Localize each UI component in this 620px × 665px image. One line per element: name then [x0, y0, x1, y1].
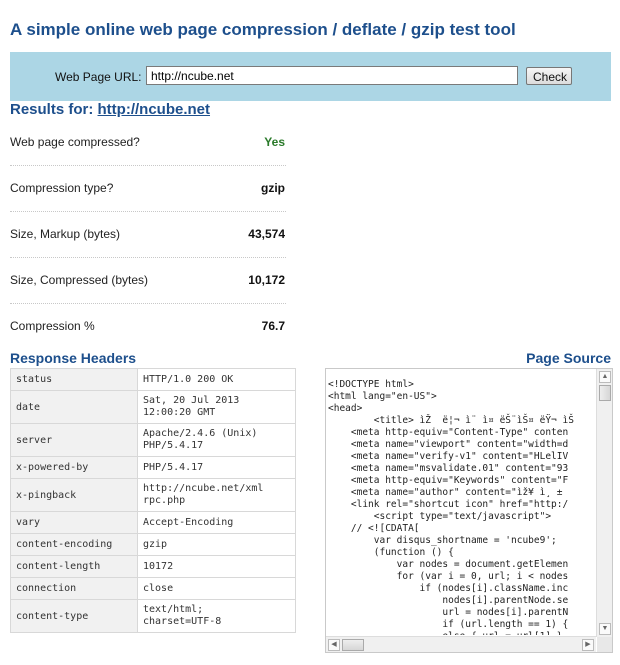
metric-value: 76.7 — [261, 319, 285, 333]
metric-value: gzip — [261, 181, 285, 195]
metric-size-markup: Size, Markup (bytes) 43,574 — [10, 211, 286, 258]
header-value: Accept-Encoding — [137, 511, 296, 534]
scrollbar-thumb[interactable] — [599, 385, 611, 401]
header-value: Sat, 20 Jul 2013 12:00:20 GMT — [137, 390, 296, 424]
url-label: Web Page URL: — [55, 70, 142, 84]
header-row: content-length 10172 — [10, 555, 296, 578]
header-row: x-pingback http://ncube.net/xml rpc.php — [10, 478, 296, 512]
scroll-up-icon[interactable]: ▲ — [599, 371, 611, 383]
scroll-down-icon[interactable]: ▼ — [599, 623, 611, 635]
horizontal-scrollbar[interactable]: ◀ ▶ — [326, 636, 596, 652]
header-value: gzip — [137, 533, 296, 556]
header-key: x-pingback — [10, 478, 138, 512]
metric-compressed: Web page compressed? Yes — [10, 119, 286, 166]
header-row: content-type text/html; charset=UTF-8 — [10, 599, 296, 633]
header-key: x-powered-by — [10, 456, 138, 479]
metric-label: Web page compressed? — [10, 135, 140, 149]
header-value: text/html; charset=UTF-8 — [137, 599, 296, 633]
scroll-left-icon[interactable]: ◀ — [328, 639, 340, 651]
header-value: http://ncube.net/xml rpc.php — [137, 478, 296, 512]
header-row: content-encoding gzip — [10, 533, 296, 556]
header-key: connection — [10, 577, 138, 600]
header-row: vary Accept-Encoding — [10, 511, 296, 534]
metric-size-compressed: Size, Compressed (bytes) 10,172 — [10, 257, 286, 304]
url-form: Web Page URL: Check — [10, 52, 611, 101]
header-value: HTTP/1.0 200 OK — [137, 368, 296, 391]
header-value: 10172 — [137, 555, 296, 578]
metric-value: 10,172 — [248, 273, 285, 287]
metric-label: Size, Markup (bytes) — [10, 227, 121, 241]
header-key: status — [10, 368, 138, 391]
header-row: date Sat, 20 Jul 2013 12:00:20 GMT — [10, 390, 296, 424]
header-key: vary — [10, 511, 138, 534]
response-headers-table: status HTTP/1.0 200 OK date Sat, 20 Jul 201… — [10, 368, 296, 633]
results-url-link[interactable]: http://ncube.net — [98, 101, 211, 118]
metric-label: Compression type? — [10, 181, 114, 195]
scrollbar-corner — [597, 637, 612, 652]
header-key: content-type — [10, 599, 138, 633]
header-value: PHP/5.4.17 — [137, 456, 296, 479]
metric-value: Yes — [264, 135, 285, 149]
header-row: server Apache/2.4.6 (Unix) PHP/5.4.17 — [10, 423, 296, 457]
header-key: content-encoding — [10, 533, 138, 556]
results-heading: Results for: http://ncube.net — [10, 101, 210, 118]
metric-compression-percent: Compression % 76.7 — [10, 303, 286, 349]
header-row: connection close — [10, 577, 296, 600]
header-key: server — [10, 423, 138, 457]
metric-value: 43,574 — [248, 227, 285, 241]
metric-compression-type: Compression type? gzip — [10, 165, 286, 212]
metric-label: Compression % — [10, 319, 95, 333]
scrollbar-thumb[interactable] — [342, 639, 364, 651]
header-value: Apache/2.4.6 (Unix) PHP/5.4.17 — [137, 423, 296, 457]
header-row: status HTTP/1.0 200 OK — [10, 368, 296, 391]
results-prefix: Results for: — [10, 101, 94, 118]
url-input[interactable] — [146, 66, 518, 85]
check-button[interactable]: Check — [526, 67, 572, 85]
header-value: close — [137, 577, 296, 600]
page-source-viewer[interactable]: <!DOCTYPE html> <html lang="en-US"> <hea… — [325, 368, 613, 653]
page-source-heading: Page Source — [526, 350, 611, 366]
page-source-text[interactable]: <!DOCTYPE html> <html lang="en-US"> <hea… — [328, 379, 596, 635]
response-headers-heading: Response Headers — [10, 350, 137, 366]
vertical-scrollbar[interactable]: ▲ ▼ — [596, 369, 612, 637]
header-row: x-powered-by PHP/5.4.17 — [10, 456, 296, 479]
header-key: date — [10, 390, 138, 424]
header-key: content-length — [10, 555, 138, 578]
page-title: A simple online web page compression / d… — [10, 20, 516, 39]
metric-label: Size, Compressed (bytes) — [10, 273, 149, 287]
scroll-right-icon[interactable]: ▶ — [582, 639, 594, 651]
